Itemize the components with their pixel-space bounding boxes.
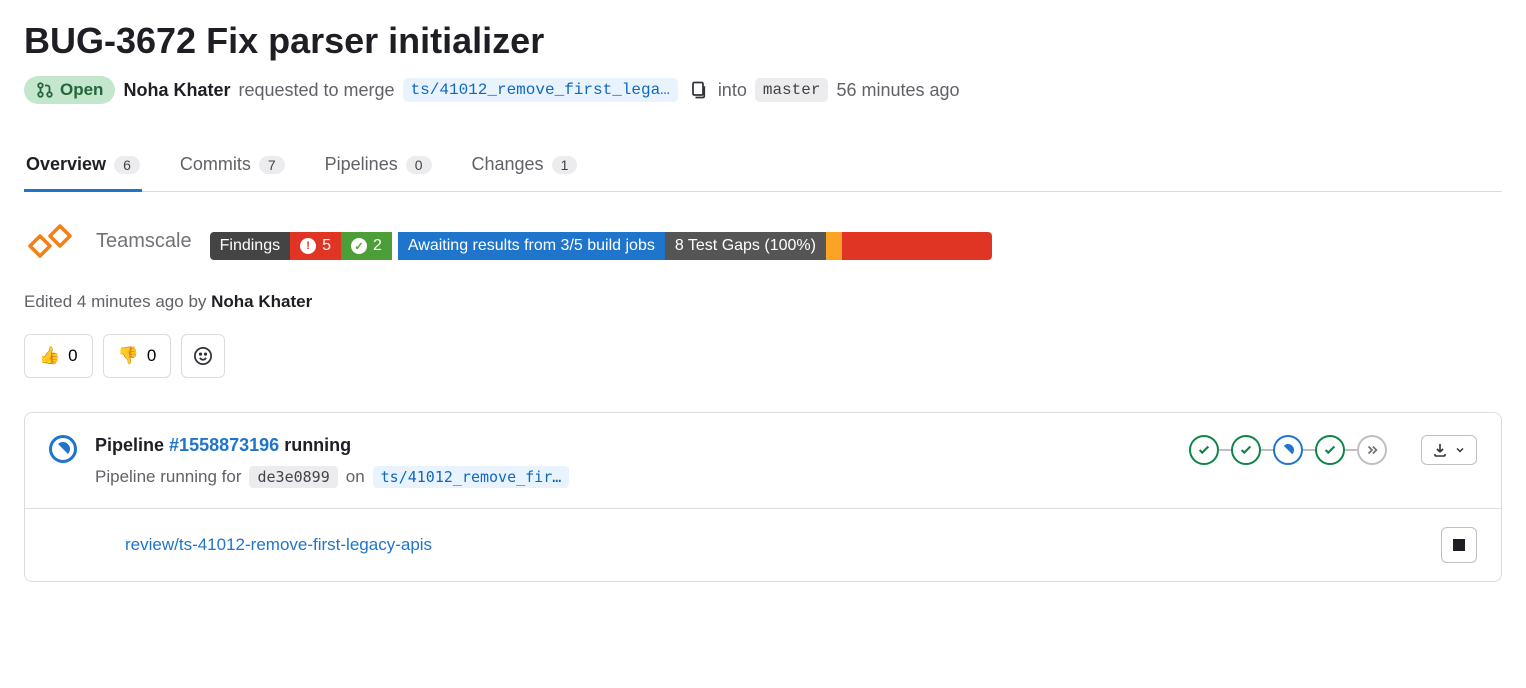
check-icon	[1239, 443, 1253, 457]
stop-environment-button[interactable]	[1441, 527, 1477, 563]
download-artifacts-button[interactable]	[1421, 435, 1477, 465]
findings-green-count: 2	[373, 237, 382, 255]
environment-link[interactable]: review/ts-41012-remove-first-legacy-apis	[125, 535, 432, 555]
check-icon	[1197, 443, 1211, 457]
stage-connector	[1219, 449, 1231, 451]
merge-request-meta: Open Noha Khater requested to merge ts/4…	[24, 76, 1502, 104]
thumbs-down-button[interactable]: 👎 0	[103, 334, 172, 378]
teamscale-badges[interactable]: Findings ! 5 ✓ 2 Awaiting results from 3…	[210, 232, 992, 260]
thumbs-up-icon: 👍	[39, 346, 60, 366]
stage-4-passed[interactable]	[1315, 435, 1345, 465]
stage-connector	[1303, 449, 1315, 451]
tab-changes-label: Changes	[472, 154, 544, 175]
mr-tabs: Overview 6 Commits 7 Pipelines 0 Changes…	[24, 140, 1502, 192]
pipeline-text-block: Pipeline #1558873196 running Pipeline ru…	[95, 435, 1171, 488]
commit-sha[interactable]: de3e0899	[249, 466, 337, 488]
stage-3-running[interactable]	[1273, 435, 1303, 465]
thumbs-up-button[interactable]: 👍 0	[24, 334, 93, 378]
into-text: into	[718, 80, 747, 101]
tab-changes[interactable]: Changes 1	[470, 140, 580, 192]
pipeline-id-link[interactable]: #1558873196	[169, 435, 279, 455]
pipeline-subtitle: Pipeline running for de3e0899 on ts/4101…	[95, 466, 1171, 488]
check-icon: ✓	[351, 238, 367, 254]
coverage-bar-red	[842, 232, 992, 260]
tab-overview-count: 6	[114, 156, 140, 174]
check-icon	[1323, 443, 1337, 457]
tab-pipelines-label: Pipelines	[325, 154, 398, 175]
copy-branch-icon[interactable]	[686, 78, 710, 102]
tab-overview[interactable]: Overview 6	[24, 140, 142, 192]
thumbs-down-icon: 👎	[118, 346, 139, 366]
merge-request-title: BUG-3672 Fix parser initializer	[24, 20, 1502, 62]
add-reaction-button[interactable]	[181, 334, 225, 378]
merge-request-icon	[36, 81, 54, 99]
half-moon-icon	[1280, 442, 1297, 459]
pipeline-suffix: running	[284, 435, 351, 455]
chevron-double-right-icon	[1365, 443, 1379, 457]
stop-icon	[1453, 539, 1465, 551]
teamscale-logo: Teamscale	[24, 224, 192, 258]
edited-prefix: Edited 4 minutes ago by	[24, 292, 206, 311]
awaiting-badge: Awaiting results from 3/5 build jobs	[398, 232, 665, 260]
author-link[interactable]: Noha Khater	[123, 80, 230, 101]
alert-icon: !	[300, 238, 316, 254]
pipeline-prefix: Pipeline	[95, 435, 164, 455]
stage-2-passed[interactable]	[1231, 435, 1261, 465]
teamscale-integration: Teamscale Findings ! 5 ✓ 2 Awaiting resu…	[24, 222, 1502, 260]
pipeline-widget: Pipeline #1558873196 running Pipeline ru…	[24, 412, 1502, 582]
thumbs-down-count: 0	[147, 346, 156, 366]
findings-red-count: 5	[322, 237, 331, 255]
status-text: Open	[60, 80, 103, 100]
pipeline-footer: review/ts-41012-remove-first-legacy-apis	[25, 508, 1501, 581]
pipeline-title: Pipeline #1558873196 running	[95, 435, 1171, 456]
chevron-down-icon	[1454, 444, 1466, 456]
tab-pipelines[interactable]: Pipelines 0	[323, 140, 434, 192]
thumbs-up-count: 0	[68, 346, 77, 366]
findings-red: ! 5	[290, 232, 341, 260]
reactions-bar: 👍 0 👎 0	[24, 334, 1502, 378]
tab-overview-label: Overview	[26, 154, 106, 175]
stage-1-passed[interactable]	[1189, 435, 1219, 465]
stage-connector	[1345, 449, 1357, 451]
tab-changes-count: 1	[552, 156, 578, 174]
teamscale-icon	[24, 224, 86, 258]
running-status-icon	[49, 435, 77, 463]
merge-text: requested to merge	[238, 80, 394, 101]
pipeline-sub-prefix: Pipeline running for	[95, 467, 241, 487]
test-gaps-badge: 8 Test Gaps (100%)	[665, 232, 826, 260]
on-text: on	[346, 467, 365, 487]
edited-author[interactable]: Noha Khater	[211, 292, 312, 311]
half-moon-icon	[53, 439, 73, 459]
pipeline-branch-ref[interactable]: ts/41012_remove_fir…	[373, 466, 570, 488]
pipeline-stages	[1189, 435, 1387, 465]
tab-pipelines-count: 0	[406, 156, 432, 174]
tab-commits-label: Commits	[180, 154, 251, 175]
download-icon	[1432, 442, 1448, 458]
target-branch-ref[interactable]: master	[755, 78, 829, 102]
age-text: 56 minutes ago	[836, 80, 959, 101]
findings-green: ✓ 2	[341, 232, 392, 260]
pipeline-header: Pipeline #1558873196 running Pipeline ru…	[25, 413, 1501, 508]
tab-commits[interactable]: Commits 7	[178, 140, 287, 192]
smiley-icon	[193, 346, 213, 366]
stage-connector	[1261, 449, 1273, 451]
stage-more[interactable]	[1357, 435, 1387, 465]
tab-commits-count: 7	[259, 156, 285, 174]
status-badge-open: Open	[24, 76, 115, 104]
edited-info: Edited 4 minutes ago by Noha Khater	[24, 292, 1502, 312]
findings-label: Findings	[210, 232, 290, 260]
teamscale-name: Teamscale	[96, 230, 192, 253]
source-branch-ref[interactable]: ts/41012_remove_first_lega…	[403, 78, 678, 102]
coverage-bar-orange	[826, 232, 842, 260]
